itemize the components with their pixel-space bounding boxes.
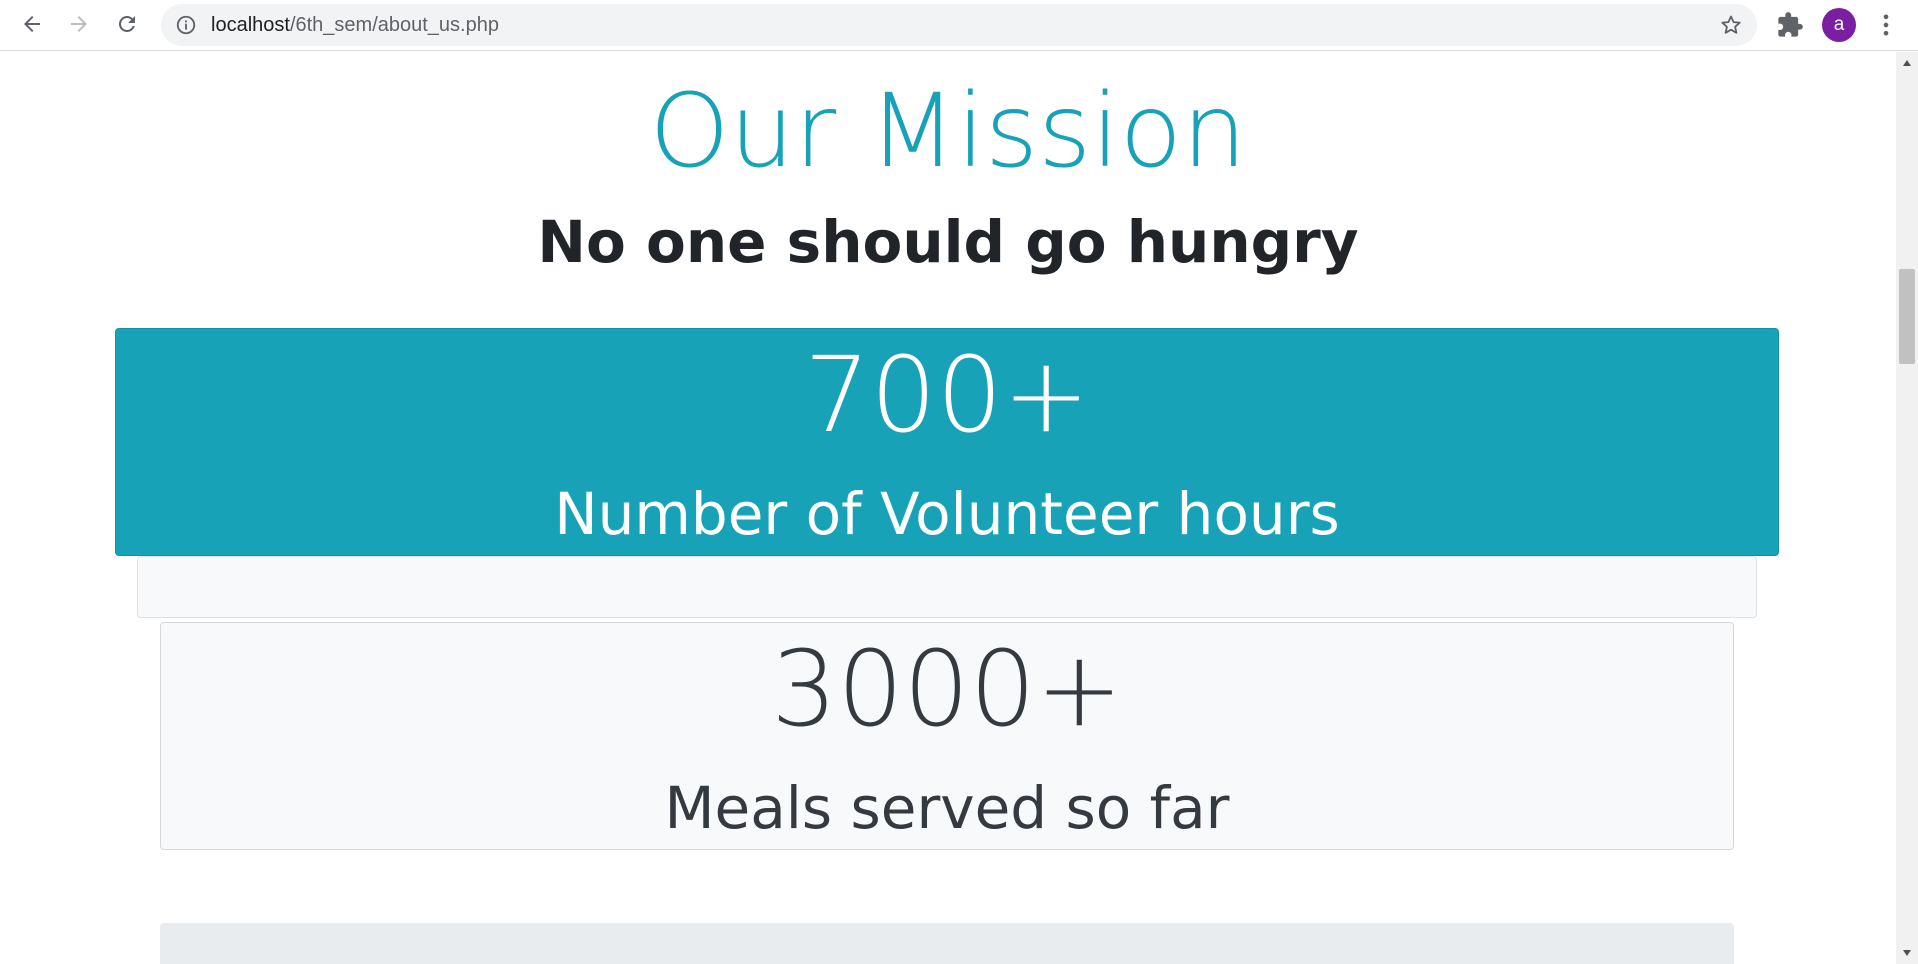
stat-number: 700+ bbox=[804, 334, 1090, 456]
forward-arrow-icon bbox=[71, 16, 87, 32]
stat-card-meals-served: 3000+ Meals served so far bbox=[160, 622, 1734, 850]
page-content: Our Mission No one should go hungry 700+… bbox=[0, 52, 1896, 964]
url-host: localhost bbox=[211, 14, 290, 36]
page-title: Our Mission bbox=[649, 72, 1247, 191]
address-bar[interactable]: localhost/6th_sem/about_us.php bbox=[161, 4, 1757, 46]
stat-number: 3000+ bbox=[771, 628, 1123, 750]
reload-button[interactable] bbox=[107, 6, 147, 42]
browser-toolbar: localhost/6th_sem/about_us.php a bbox=[0, 0, 1918, 51]
star-icon[interactable] bbox=[1719, 13, 1743, 37]
forward-button[interactable] bbox=[59, 6, 99, 42]
back-button[interactable] bbox=[12, 6, 52, 42]
reload-icon bbox=[118, 15, 135, 32]
stat-label: Meals served so far bbox=[664, 774, 1230, 842]
stat-card-volunteer-hours: 700+ Number of Volunteer hours bbox=[115, 328, 1779, 556]
scroll-down-button[interactable] bbox=[1896, 942, 1918, 964]
avatar[interactable]: a bbox=[1822, 8, 1856, 42]
triangle-up-icon bbox=[1903, 60, 1911, 66]
kebab-menu-icon[interactable] bbox=[1872, 10, 1900, 40]
puzzle-icon[interactable] bbox=[1776, 11, 1804, 39]
url-text[interactable]: localhost/6th_sem/about_us.php bbox=[211, 4, 499, 46]
back-arrow-icon bbox=[24, 16, 40, 32]
empty-card bbox=[137, 556, 1757, 618]
scroll-thumb[interactable] bbox=[1899, 269, 1915, 364]
page-subtitle: No one should go hungry bbox=[537, 208, 1359, 276]
info-icon[interactable] bbox=[175, 14, 197, 36]
next-section-card bbox=[160, 923, 1734, 964]
vertical-scrollbar[interactable] bbox=[1896, 52, 1918, 964]
triangle-down-icon bbox=[1903, 950, 1911, 956]
url-path: /6th_sem/about_us.php bbox=[289, 14, 499, 36]
stat-label: Number of Volunteer hours bbox=[554, 480, 1340, 548]
scroll-up-button[interactable] bbox=[1896, 52, 1918, 74]
